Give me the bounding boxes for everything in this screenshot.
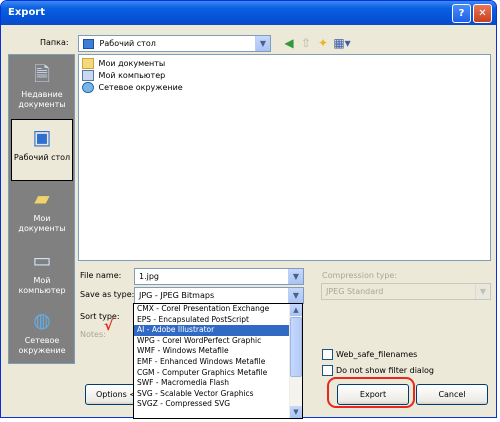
chevron-down-icon: ▼ — [475, 284, 490, 299]
save-as-type-dropdown-list[interactable]: CMX - Corel Presentation Exchange EPS - E… — [133, 303, 303, 419]
dropdown-option[interactable]: EMF - Enhanced Windows Metafile — [134, 357, 302, 368]
dropdown-option[interactable]: CMX - Corel Presentation Exchange — [134, 304, 302, 315]
notes-label: Notes: — [80, 330, 106, 339]
chevron-down-icon[interactable]: ▼ — [255, 36, 270, 51]
folder-select-value: Рабочий стол — [99, 39, 156, 48]
file-name-label: File name: — [80, 271, 122, 280]
computer-icon — [82, 70, 94, 81]
help-button[interactable]: ? — [452, 4, 471, 23]
scroll-thumb[interactable] — [290, 317, 302, 377]
list-item-label: Сетевое окружение — [98, 83, 183, 92]
dropdown-option[interactable]: AI - Adobe Illustrator — [134, 325, 302, 336]
new-folder-icon[interactable]: ✦ — [315, 35, 331, 51]
list-item[interactable]: Мой компьютер — [82, 70, 165, 82]
dropdown-option[interactable]: SWF - Macromedia Flash — [134, 378, 302, 389]
compression-type-select: JPEG Standard ▼ — [321, 283, 491, 300]
place-my-computer[interactable]: ▭ Мой компьютер — [11, 243, 73, 305]
web-safe-label: Web_safe_filenames — [336, 350, 418, 359]
desktop-small-icon — [83, 38, 94, 49]
no-filter-dialog-checkbox[interactable] — [322, 365, 333, 376]
dropdown-option[interactable]: WPG - Corel WordPerfect Graphic — [134, 336, 302, 347]
dropdown-items: CMX - Corel Presentation Exchange EPS - E… — [134, 304, 302, 410]
folder-label: Папка: — [40, 38, 69, 47]
cancel-button[interactable]: Cancel — [416, 384, 488, 405]
place-network[interactable]: ◍ Сетевое окружение — [11, 303, 73, 365]
back-icon[interactable]: ◀ — [281, 35, 297, 51]
no-filter-dialog-label: Do not show filter dialog — [336, 366, 435, 375]
my-documents-icon: ▰ — [34, 186, 50, 210]
place-label: Мои документы — [18, 214, 66, 233]
close-button[interactable]: ✕ — [473, 4, 492, 23]
folder-select[interactable]: Рабочий стол ▼ — [78, 35, 271, 52]
place-label: Недавние документы — [18, 90, 66, 109]
save-as-type-value: JPG - JPEG Bitmaps — [139, 291, 215, 300]
compression-type-label: Compression type: — [322, 271, 398, 280]
sort-type-label: Sort type: — [80, 312, 120, 321]
window-title: Export — [8, 7, 46, 18]
places-bar: 🗎 Недавние документы ▣ Рабочий стол ▰ Мо… — [8, 54, 75, 364]
desktop-icon: ▣ — [32, 125, 52, 149]
dropdown-option[interactable]: SVG - Scalable Vector Graphics — [134, 389, 302, 400]
scroll-up-icon[interactable]: ▲ — [290, 304, 302, 316]
red-highlight-annotation — [327, 377, 415, 408]
save-as-type-label: Save as type: — [80, 290, 135, 299]
place-my-documents[interactable]: ▰ Мои документы — [11, 181, 73, 243]
list-item-label: Мой компьютер — [98, 71, 166, 80]
title-bar[interactable]: Export — [1, 1, 496, 25]
network-icon — [82, 82, 94, 93]
dropdown-scrollbar[interactable]: ▲ ▼ — [289, 304, 302, 418]
file-name-field[interactable]: 1.jpg ▼ — [134, 268, 304, 285]
place-recent[interactable]: 🗎 Недавние документы — [11, 57, 73, 119]
chevron-down-icon[interactable]: ▼ — [288, 269, 303, 284]
scroll-down-icon[interactable]: ▼ — [290, 406, 302, 418]
file-name-value: 1.jpg — [139, 272, 160, 281]
network-icon: ◍ — [33, 308, 51, 332]
list-item[interactable]: Мои документы — [82, 58, 165, 70]
chevron-down-icon[interactable]: ▼ — [288, 288, 303, 303]
my-computer-icon: ▭ — [32, 248, 52, 272]
save-as-type-select[interactable]: JPG - JPEG Bitmaps ▼ — [134, 287, 304, 304]
dropdown-option[interactable]: CGM - Computer Graphics Metafile — [134, 368, 302, 379]
file-list[interactable]: Мои документы Мой компьютер Сетевое окру… — [78, 54, 491, 261]
place-label: Сетевое окружение — [18, 336, 66, 355]
place-desktop[interactable]: ▣ Рабочий стол — [11, 119, 73, 181]
folder-icon — [82, 58, 94, 69]
dropdown-option[interactable]: SVGZ - Compressed SVG — [134, 399, 302, 410]
up-folder-icon[interactable]: ⇧ — [298, 35, 314, 51]
compression-type-value: JPEG Standard — [326, 287, 384, 296]
view-menu-icon[interactable]: ▦▾ — [332, 35, 352, 51]
web-safe-checkbox[interactable] — [322, 349, 333, 360]
dropdown-option[interactable]: WMF - Windows Metafile — [134, 346, 302, 357]
place-label: Рабочий стол — [13, 153, 71, 162]
red-checkmark-annotation: √ — [104, 318, 114, 334]
place-label: Мой компьютер — [18, 276, 66, 295]
list-item[interactable]: Сетевое окружение — [82, 82, 183, 94]
recent-documents-icon: 🗎 — [33, 62, 51, 86]
dropdown-option[interactable]: EPS - Encapsulated PostScript — [134, 315, 302, 326]
list-item-label: Мои документы — [98, 59, 166, 68]
